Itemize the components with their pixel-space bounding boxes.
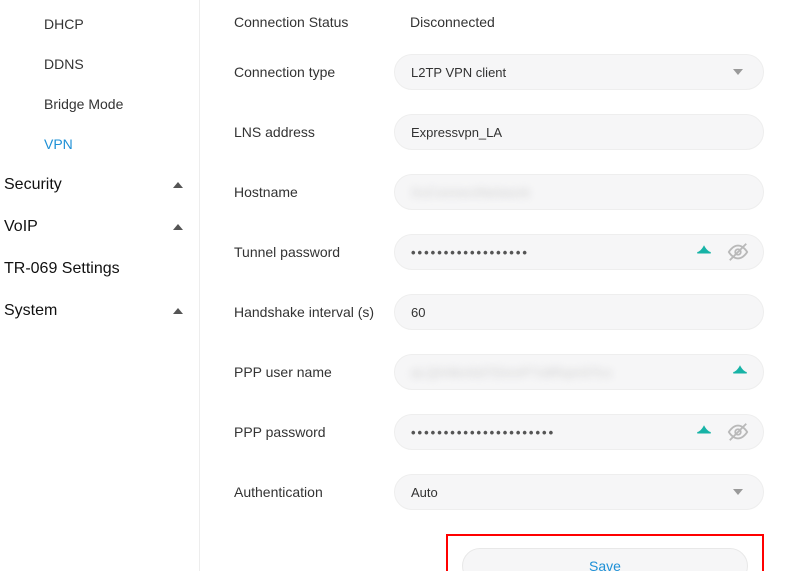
select-value: L2TP VPN client [411, 65, 506, 80]
label-handshake-interval: Handshake interval (s) [234, 304, 394, 320]
label-connection-status: Connection Status [234, 14, 394, 30]
save-area: Save [234, 534, 764, 571]
sidebar-group-security[interactable]: Security [0, 164, 199, 206]
sidebar-item-bridge-mode[interactable]: Bridge Mode [0, 84, 199, 124]
select-authentication[interactable]: Auto [394, 474, 764, 510]
shield-icon [695, 423, 713, 441]
chevron-up-icon [173, 182, 183, 188]
shield-icon [695, 243, 713, 261]
eye-off-icon[interactable] [727, 241, 749, 263]
sidebar: DHCP DDNS Bridge Mode VPN Security VoIP … [0, 0, 200, 571]
label-authentication: Authentication [234, 484, 394, 500]
sidebar-item-label: VPN [44, 136, 73, 152]
row-hostname: Hostname XxConnectNetwork [234, 174, 764, 210]
field-endicons [695, 241, 749, 263]
chevron-up-icon [173, 308, 183, 314]
eye-off-icon[interactable] [727, 421, 749, 443]
sidebar-item-label: DHCP [44, 16, 84, 32]
input-ppp-user[interactable]: aLQH4kn0d7DinnP7s8RqmSTcx [394, 354, 764, 390]
sidebar-item-label: Bridge Mode [44, 96, 123, 112]
field-endicons [695, 421, 749, 443]
label-hostname: Hostname [234, 184, 394, 200]
row-ppp-user: PPP user name aLQH4kn0d7DinnP7s8RqmSTcx [234, 354, 764, 390]
label-connection-type: Connection type [234, 64, 394, 80]
save-button[interactable]: Save [462, 548, 748, 571]
input-lns-address[interactable]: Expressvpn_LA [394, 114, 764, 150]
select-value: Auto [411, 485, 438, 500]
chevron-up-icon [173, 224, 183, 230]
input-ppp-password[interactable]: •••••••••••••••••••••• [394, 414, 764, 450]
shield-icon [731, 363, 749, 381]
row-ppp-password: PPP password •••••••••••••••••••••• [234, 414, 764, 450]
input-tunnel-password[interactable]: •••••••••••••••••• [394, 234, 764, 270]
sidebar-item-vpn[interactable]: VPN [0, 124, 199, 164]
sidebar-item-label: DDNS [44, 56, 84, 72]
label-tunnel-password: Tunnel password [234, 244, 394, 260]
input-hostname[interactable]: XxConnectNetwork [394, 174, 764, 210]
input-handshake-interval[interactable]: 60 [394, 294, 764, 330]
select-connection-type[interactable]: L2TP VPN client [394, 54, 764, 90]
row-authentication: Authentication Auto [234, 474, 764, 510]
label-ppp-user: PPP user name [234, 364, 394, 380]
save-highlight-box: Save [446, 534, 764, 571]
sidebar-group-system[interactable]: System [0, 290, 199, 332]
label-lns-address: LNS address [234, 124, 394, 140]
sidebar-item-dhcp[interactable]: DHCP [0, 4, 199, 44]
row-connection-type: Connection type L2TP VPN client [234, 54, 764, 90]
input-value: Expressvpn_LA [411, 125, 502, 140]
chevron-down-icon [733, 489, 743, 495]
input-value: XxConnectNetwork [411, 185, 530, 200]
sidebar-item-ddns[interactable]: DDNS [0, 44, 199, 84]
label-ppp-password: PPP password [234, 424, 394, 440]
save-button-label: Save [589, 558, 621, 571]
input-value: •••••••••••••••••• [411, 245, 529, 260]
row-lns-address: LNS address Expressvpn_LA [234, 114, 764, 150]
chevron-down-icon [733, 69, 743, 75]
row-handshake-interval: Handshake interval (s) 60 [234, 294, 764, 330]
sidebar-group-tr069[interactable]: TR-069 Settings [0, 248, 199, 290]
row-connection-status: Connection Status Disconnected [234, 14, 764, 30]
main-form: Connection Status Disconnected Connectio… [200, 0, 800, 571]
sidebar-group-label: Security [4, 176, 62, 194]
sidebar-group-label: TR-069 Settings [4, 260, 120, 278]
value-connection-status: Disconnected [394, 14, 495, 30]
sidebar-group-label: System [4, 302, 57, 320]
input-value: •••••••••••••••••••••• [411, 425, 555, 440]
input-value: 60 [411, 305, 425, 320]
input-value: aLQH4kn0d7DinnP7s8RqmSTcx [411, 365, 612, 380]
row-tunnel-password: Tunnel password •••••••••••••••••• [234, 234, 764, 270]
field-endicons [731, 363, 749, 381]
sidebar-group-label: VoIP [4, 218, 38, 236]
sidebar-group-voip[interactable]: VoIP [0, 206, 199, 248]
